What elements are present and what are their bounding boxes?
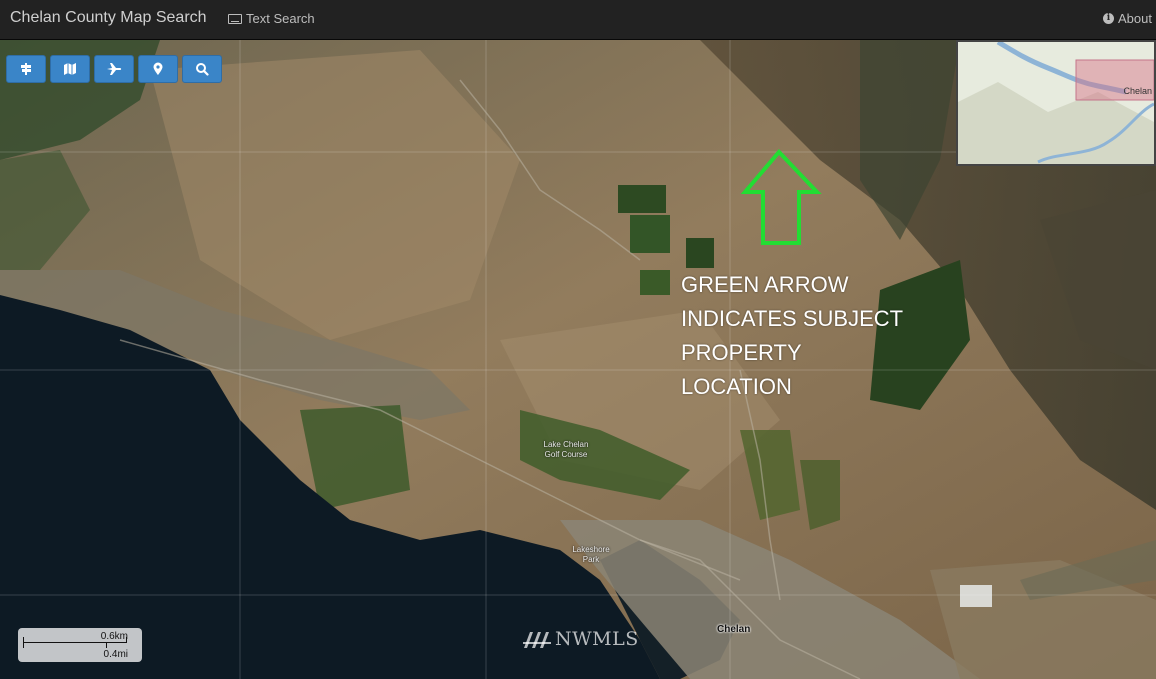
- plane-icon: [107, 63, 122, 75]
- keyboard-icon: [228, 13, 242, 24]
- search-icon: [196, 63, 209, 76]
- overview-map[interactable]: Chelan: [956, 40, 1156, 166]
- subject-property-annotation: GREEN ARROW INDICATES SUBJECT PROPERTY L…: [681, 268, 931, 404]
- annotation-line-1: GREEN ARROW: [681, 272, 849, 297]
- info-icon: i: [1103, 13, 1115, 24]
- about-label: About: [1118, 11, 1152, 26]
- scale-mi-label: 0.4mi: [103, 649, 128, 660]
- overview-city-label: Chelan: [1123, 86, 1152, 96]
- locate-button[interactable]: [138, 55, 178, 83]
- road-sign-button[interactable]: [6, 55, 46, 83]
- scale-tick-mi: [106, 642, 107, 648]
- scale-line: [23, 642, 127, 643]
- annotation-line-4: LOCATION: [681, 374, 792, 399]
- map-toolbar: [6, 55, 222, 83]
- app-title[interactable]: Chelan County Map Search: [10, 9, 207, 27]
- top-navbar: Chelan County Map Search Text Search i A…: [0, 0, 1156, 40]
- golf-course-label: Lake Chelan Golf Course: [543, 440, 589, 459]
- nwmls-logo-icon: [523, 632, 551, 648]
- city-label: Chelan: [717, 624, 751, 635]
- aerial-button[interactable]: [94, 55, 134, 83]
- annotation-line-3: PROPERTY: [681, 340, 802, 365]
- overview-terrain: [958, 42, 1154, 164]
- basemap-button[interactable]: [50, 55, 90, 83]
- scale-km-label: 0.6km: [100, 631, 128, 642]
- watermark-text: NWMLS: [555, 628, 639, 650]
- map-marker-icon: [153, 62, 163, 75]
- map-canvas[interactable]: Chelan Lake Chelan Golf Course Lakeshore…: [0, 40, 1156, 679]
- scale-tick-km: [126, 637, 127, 643]
- scale-tick-left: [23, 637, 24, 648]
- map-icon: [64, 63, 76, 75]
- search-button[interactable]: [182, 55, 222, 83]
- scale-bar: 0.6km 0.4mi: [18, 628, 142, 662]
- text-search-link[interactable]: Text Search: [228, 11, 315, 26]
- about-link[interactable]: i About: [1103, 11, 1152, 26]
- park-label: Lakeshore Park: [572, 545, 610, 564]
- road-sign-icon: [21, 63, 31, 75]
- nwmls-watermark: NWMLS: [522, 628, 639, 650]
- text-search-label: Text Search: [246, 11, 315, 26]
- annotation-line-2: INDICATES SUBJECT: [681, 306, 904, 331]
